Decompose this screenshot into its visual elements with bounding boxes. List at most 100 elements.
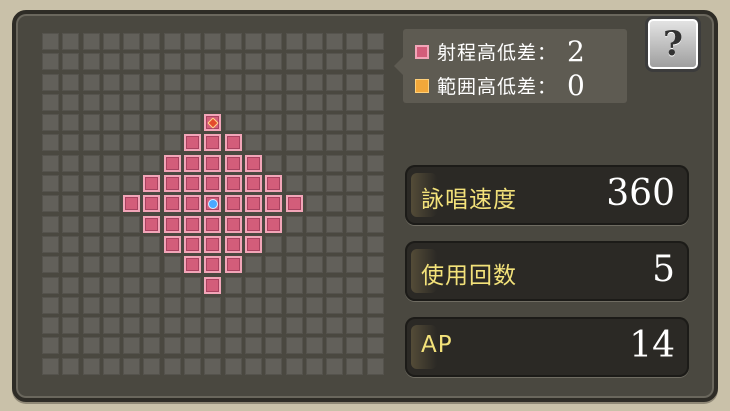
grid-cell bbox=[143, 357, 161, 375]
grid-cell bbox=[285, 175, 303, 193]
grid-cell bbox=[123, 276, 141, 294]
grid-cell bbox=[265, 296, 283, 314]
grid-cell bbox=[346, 337, 364, 355]
grid-cell bbox=[366, 235, 384, 253]
grid-cell bbox=[62, 215, 80, 233]
range-cell bbox=[204, 154, 222, 172]
grid-cell bbox=[123, 134, 141, 152]
grid-cell bbox=[265, 73, 283, 91]
grid-cell bbox=[62, 235, 80, 253]
range-cell bbox=[224, 215, 242, 233]
range-cell bbox=[123, 195, 141, 213]
grid-cell bbox=[143, 53, 161, 71]
grid-cell bbox=[305, 256, 323, 274]
grid-cell bbox=[82, 317, 100, 335]
range-cell bbox=[265, 195, 283, 213]
grid-cell bbox=[123, 317, 141, 335]
range-cell bbox=[244, 175, 262, 193]
grid-cell bbox=[305, 317, 323, 335]
range-cell bbox=[244, 235, 262, 253]
grid-cell bbox=[82, 114, 100, 132]
grid-cell bbox=[224, 93, 242, 111]
grid-cell bbox=[346, 134, 364, 152]
help-button[interactable]: ? bbox=[645, 16, 701, 72]
range-height-row: 射程高低差： 2 bbox=[415, 35, 585, 68]
grid-cell bbox=[62, 296, 80, 314]
grid-cell bbox=[82, 357, 100, 375]
grid-cell bbox=[366, 195, 384, 213]
grid-cell bbox=[326, 134, 344, 152]
grid-cell bbox=[244, 93, 262, 111]
grid-cell bbox=[163, 296, 181, 314]
grid-cell bbox=[265, 33, 283, 50]
grid-cell bbox=[143, 317, 161, 335]
uses-value: 5 bbox=[652, 249, 675, 290]
grid-cell bbox=[123, 53, 141, 71]
grid-cell bbox=[102, 53, 120, 71]
area-height-label: 範囲高低差： bbox=[437, 76, 558, 98]
grid-cell bbox=[305, 33, 323, 50]
grid-cell bbox=[244, 337, 262, 355]
grid-cell bbox=[346, 175, 364, 193]
grid-cell bbox=[123, 235, 141, 253]
grid-cell bbox=[305, 337, 323, 355]
target-marker-icon bbox=[207, 117, 219, 129]
range-cell bbox=[143, 195, 161, 213]
grid-cell bbox=[346, 114, 364, 132]
grid-cell bbox=[366, 357, 384, 375]
grid-cell bbox=[123, 357, 141, 375]
grid-cell bbox=[265, 114, 283, 132]
grid-cell bbox=[163, 93, 181, 111]
grid-cell bbox=[366, 337, 384, 355]
grid-cell bbox=[326, 53, 344, 71]
grid-cell bbox=[143, 235, 161, 253]
grid-cell bbox=[42, 134, 59, 152]
grid-cell bbox=[285, 357, 303, 375]
grid-cell bbox=[305, 175, 323, 193]
target-cell bbox=[204, 114, 222, 132]
grid-cell bbox=[285, 276, 303, 294]
grid-cell bbox=[184, 337, 202, 355]
grid-cell bbox=[123, 296, 141, 314]
grid-cell bbox=[62, 93, 80, 111]
grid-cell bbox=[346, 357, 364, 375]
grid-cell bbox=[82, 175, 100, 193]
grid-cell bbox=[184, 114, 202, 132]
grid-cell bbox=[366, 154, 384, 172]
range-cell bbox=[163, 195, 181, 213]
grid-cell bbox=[62, 195, 80, 213]
grid-cell bbox=[244, 33, 262, 50]
grid-cell bbox=[62, 33, 80, 50]
grid-cell bbox=[285, 256, 303, 274]
grid-cell bbox=[326, 73, 344, 91]
cast-speed-value: 360 bbox=[606, 173, 675, 214]
grid-cell bbox=[366, 175, 384, 193]
grid-cell bbox=[204, 296, 222, 314]
grid-cell bbox=[123, 73, 141, 91]
grid-cell bbox=[42, 33, 59, 50]
grid-cell bbox=[366, 114, 384, 132]
grid-cell bbox=[42, 317, 59, 335]
grid-cell bbox=[82, 337, 100, 355]
grid-cell bbox=[143, 276, 161, 294]
grid-cell bbox=[224, 53, 242, 71]
grid-cell bbox=[366, 93, 384, 111]
uses-stat: 使用回数 5 bbox=[405, 241, 689, 301]
grid-cell bbox=[102, 357, 120, 375]
grid-cell bbox=[366, 296, 384, 314]
range-cell bbox=[184, 154, 202, 172]
grid-cell bbox=[82, 53, 100, 71]
grid-cell bbox=[102, 134, 120, 152]
range-cell bbox=[224, 195, 242, 213]
grid-cell bbox=[265, 134, 283, 152]
grid-cell bbox=[184, 276, 202, 294]
grid-cell bbox=[42, 337, 59, 355]
grid-cell bbox=[305, 154, 323, 172]
grid-cell bbox=[102, 33, 120, 50]
range-swatch-icon bbox=[415, 44, 429, 59]
grid-cell bbox=[265, 154, 283, 172]
cast-speed-stat: 詠唱速度 360 bbox=[405, 165, 689, 225]
grid-cell bbox=[326, 235, 344, 253]
grid-cell bbox=[346, 256, 364, 274]
grid-cell bbox=[204, 33, 222, 50]
